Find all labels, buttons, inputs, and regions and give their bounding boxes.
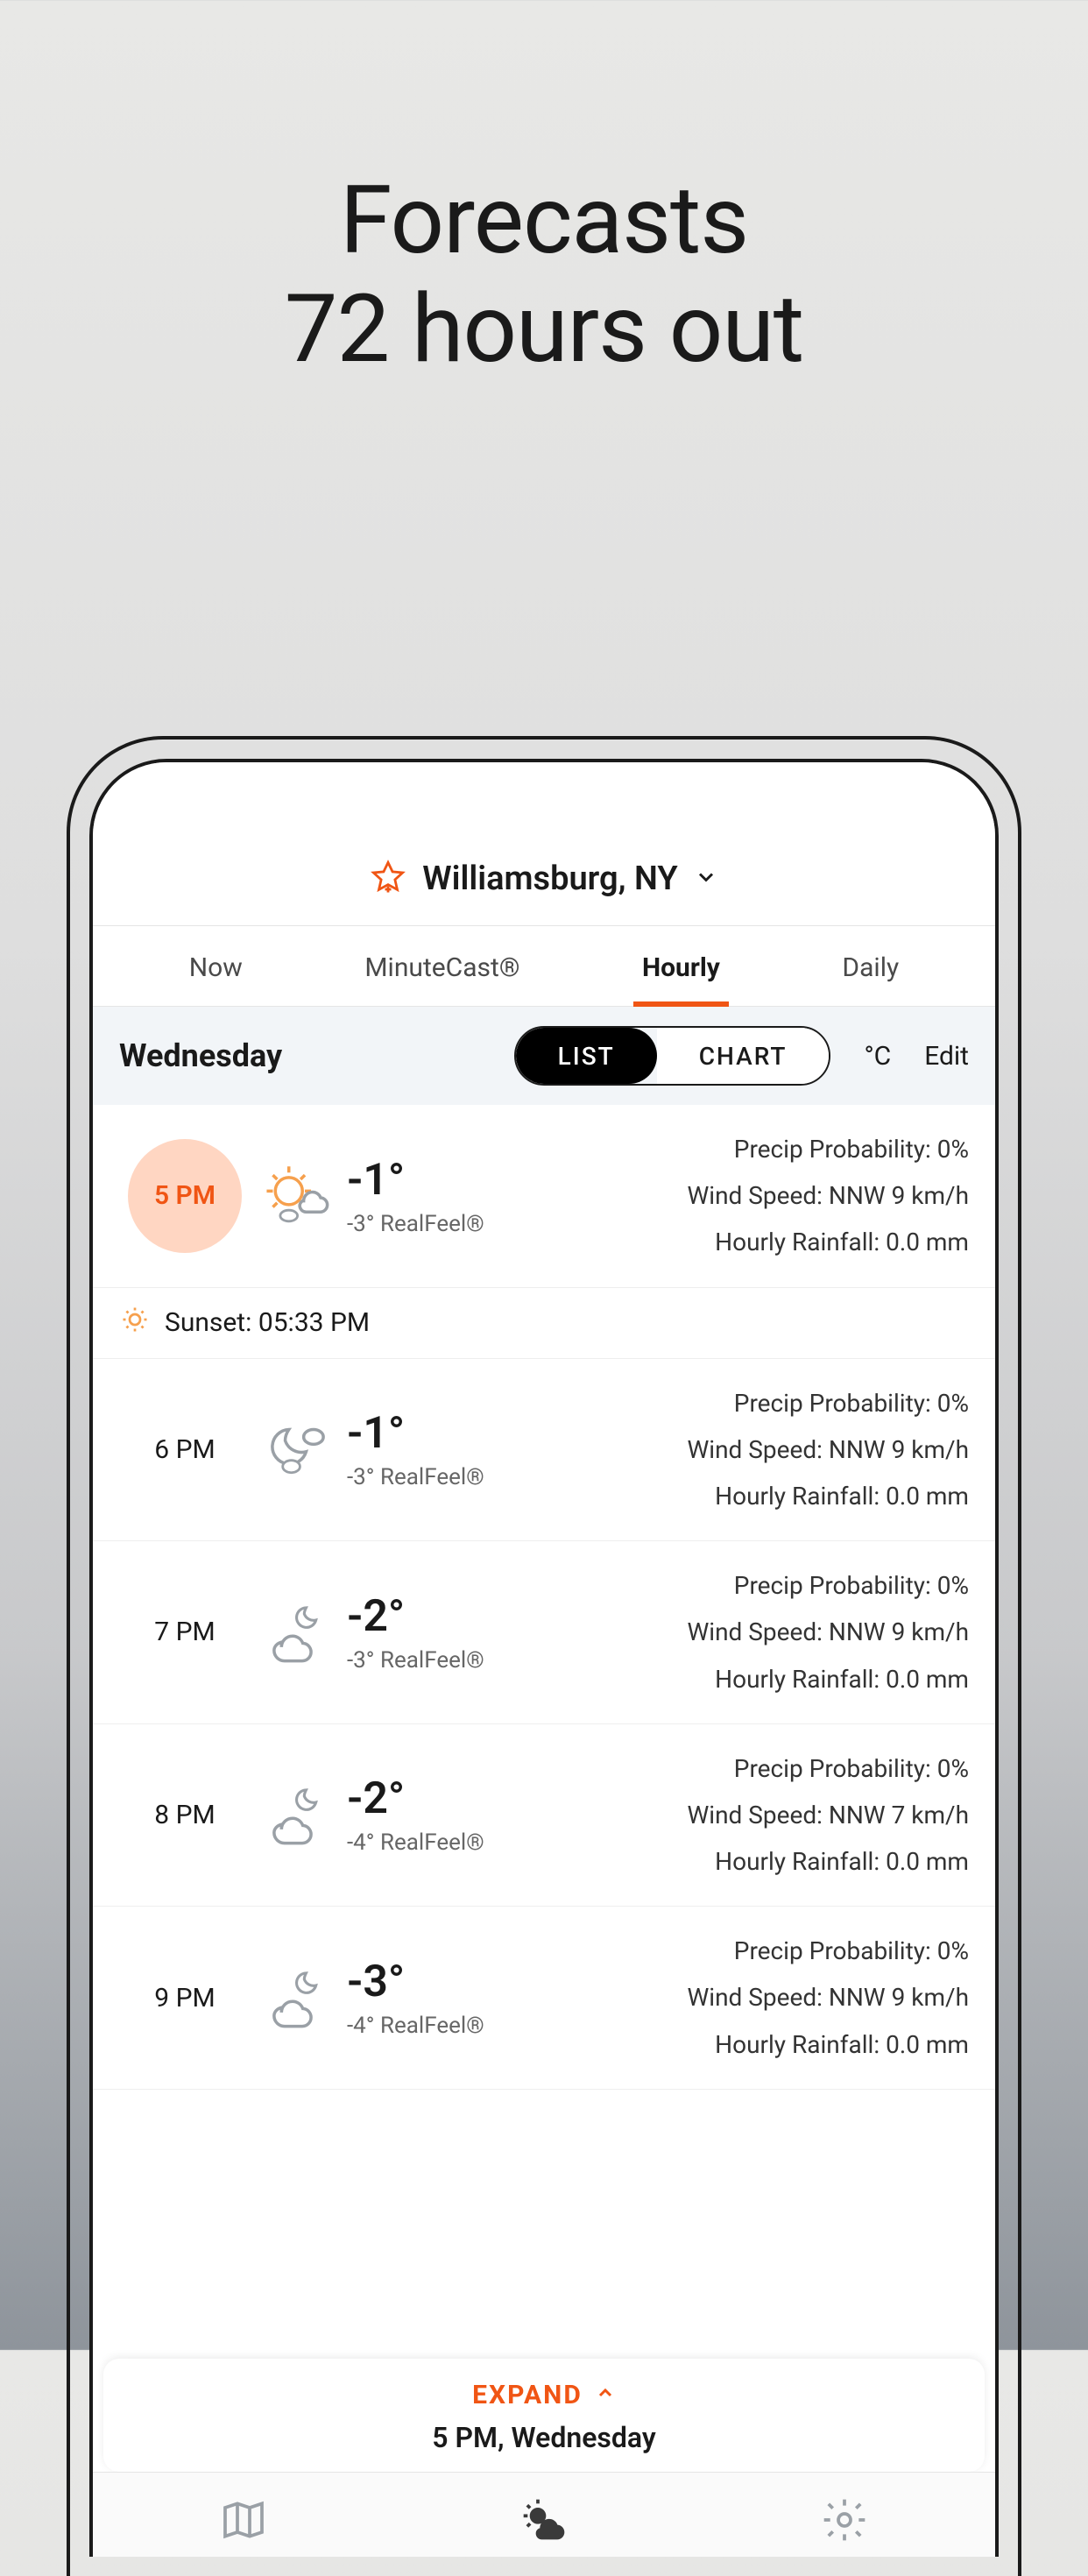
expand-subtitle: 5 PM, Wednesday xyxy=(103,2421,985,2454)
hour-time: 6 PM xyxy=(119,1434,251,1465)
hour-row[interactable]: 7 PM -2° -3° RealFeel® Precip Probabilit… xyxy=(93,1541,995,1724)
sunset-label: Sunset: 05:33 PM xyxy=(165,1307,370,1338)
expand-button[interactable]: EXPAND xyxy=(472,2380,616,2410)
hour-temp: -2° -3° RealFeel® xyxy=(347,1591,522,1674)
realfeel-value: -3° RealFeel® xyxy=(347,1211,522,1237)
hour-time: 9 PM xyxy=(119,1983,251,2013)
hour-temp: -3° -4° RealFeel® xyxy=(347,1957,522,2039)
edit-button[interactable]: Edit xyxy=(924,1041,969,1072)
hour-details: Precip Probability: 0% Wind Speed: NNW 9… xyxy=(522,1126,969,1266)
sunset-row: Sunset: 05:33 PM xyxy=(93,1288,995,1359)
sunset-icon xyxy=(119,1304,151,1342)
cloud-moon-icon xyxy=(251,1593,347,1672)
promo-line-2: 72 hours out xyxy=(0,275,1088,384)
hour-time: 7 PM xyxy=(119,1617,251,1647)
device-frame: Williamsburg, NY Now MinuteCast® Hourly … xyxy=(67,736,1021,2576)
hour-time: 5 PM xyxy=(119,1180,251,1211)
temp-value: -3° xyxy=(347,1957,522,2007)
expand-label: EXPAND xyxy=(472,2380,583,2410)
hour-temp: -2° -4° RealFeel® xyxy=(347,1773,522,1856)
toggle-list[interactable]: LIST xyxy=(516,1028,657,1084)
hourly-forecast-list[interactable]: 5 PM xyxy=(93,1105,995,2350)
forecast-tabs: Now MinuteCast® Hourly Daily xyxy=(93,926,995,1007)
temp-value: -1° xyxy=(347,1155,522,1206)
tab-minutecast[interactable]: MinuteCast® xyxy=(356,926,528,1006)
map-icon[interactable] xyxy=(219,2495,268,2548)
hour-details: Precip Probability: 0% Wind Speed: NNW 9… xyxy=(522,1380,969,1520)
bottom-nav xyxy=(93,2472,995,2557)
cloud-moon-icon xyxy=(251,1775,347,1854)
temp-value: -2° xyxy=(347,1591,522,1642)
list-chart-toggle[interactable]: LIST CHART xyxy=(514,1026,831,1086)
device-frame-inner: Williamsburg, NY Now MinuteCast® Hourly … xyxy=(89,759,999,2557)
hour-details: Precip Probability: 0% Wind Speed: NNW 9… xyxy=(522,1928,969,2068)
app-screen: Williamsburg, NY Now MinuteCast® Hourly … xyxy=(93,762,995,2557)
toggle-chart[interactable]: CHART xyxy=(657,1028,830,1084)
controls-bar: Wednesday LIST CHART °C Edit xyxy=(93,1007,995,1105)
realfeel-value: -3° RealFeel® xyxy=(347,1647,522,1674)
hour-row[interactable]: 8 PM -2° -4° RealFeel® Precip Probabilit… xyxy=(93,1724,995,1907)
location-bar[interactable]: Williamsburg, NY xyxy=(93,762,995,926)
hour-temp: -1° -3° RealFeel® xyxy=(347,1408,522,1490)
tab-now[interactable]: Now xyxy=(180,926,251,1006)
weather-icon[interactable] xyxy=(519,2495,569,2548)
location-name: Williamsburg, NY xyxy=(422,860,677,898)
tab-daily[interactable]: Daily xyxy=(833,926,908,1006)
hour-row[interactable]: 9 PM -3° -4° RealFeel® Precip Probabilit… xyxy=(93,1907,995,2090)
day-label: Wednesday xyxy=(119,1037,282,1074)
sun-cloud-icon xyxy=(251,1157,347,1235)
hour-row[interactable]: 6 PM -1° -3° RealFeel® Precip Probabil xyxy=(93,1359,995,1542)
moon-cloud-icon xyxy=(251,1410,347,1489)
hour-temp: -1° -3° RealFeel® xyxy=(347,1155,522,1237)
settings-gear-icon[interactable] xyxy=(820,2495,869,2548)
hour-row[interactable]: 5 PM xyxy=(93,1105,995,1288)
temp-value: -1° xyxy=(347,1408,522,1459)
realfeel-value: -3° RealFeel® xyxy=(347,1464,522,1490)
promo-title: Forecasts 72 hours out xyxy=(0,166,1088,384)
chevron-down-icon[interactable] xyxy=(694,865,718,893)
tab-hourly[interactable]: Hourly xyxy=(633,926,729,1006)
promo-line-1: Forecasts xyxy=(0,166,1088,275)
cloud-moon-icon xyxy=(251,1958,347,2037)
favorite-star-icon[interactable] xyxy=(370,859,406,899)
unit-toggle[interactable]: °C xyxy=(864,1041,891,1072)
temp-value: -2° xyxy=(347,1773,522,1824)
realfeel-value: -4° RealFeel® xyxy=(347,2013,522,2039)
realfeel-value: -4° RealFeel® xyxy=(347,1829,522,1856)
hour-time: 8 PM xyxy=(119,1800,251,1830)
hour-details: Precip Probability: 0% Wind Speed: NNW 9… xyxy=(522,1562,969,1702)
hour-details: Precip Probability: 0% Wind Speed: NNW 7… xyxy=(522,1745,969,1886)
chevron-up-icon xyxy=(595,2380,616,2410)
expand-card[interactable]: EXPAND 5 PM, Wednesday xyxy=(103,2359,985,2472)
